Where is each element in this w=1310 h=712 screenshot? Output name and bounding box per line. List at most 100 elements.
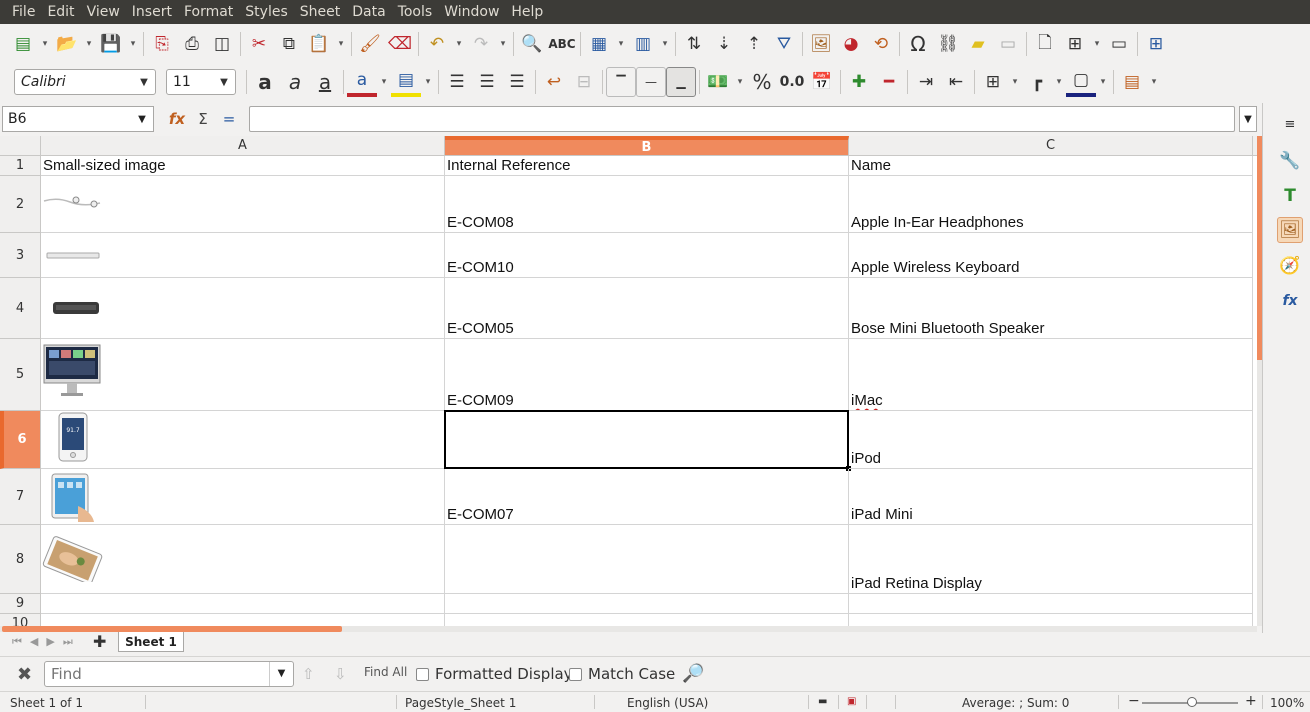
row-header-1[interactable]: 1	[0, 156, 41, 176]
horizontal-scrollbar[interactable]	[0, 626, 1257, 632]
find-next-icon[interactable]: ⇩	[334, 665, 347, 683]
delete-decimal-icon[interactable]: ━	[874, 67, 904, 97]
cell-c6[interactable]: iPod	[849, 411, 1253, 469]
number-format-icon[interactable]: 0.0	[777, 67, 807, 97]
freeze-rows-icon[interactable]: ⊞	[1060, 29, 1090, 59]
select-all-corner[interactable]	[0, 136, 41, 156]
cell-c8[interactable]: iPad Retina Display	[849, 525, 1253, 594]
date-format-icon[interactable]: 📅	[807, 67, 837, 97]
conditional-dropdown-icon[interactable]: ▾	[1147, 67, 1161, 97]
underline-icon[interactable]: a	[310, 67, 340, 97]
zoom-in-icon[interactable]: +	[1245, 693, 1257, 709]
open-dropdown-icon[interactable]: ▾	[82, 29, 96, 59]
decrease-indent-icon[interactable]: ⇤	[941, 67, 971, 97]
gallery-icon[interactable]: 🖼	[1277, 217, 1303, 243]
sort-icon[interactable]: ⇅	[679, 29, 709, 59]
row-header-5[interactable]: 5	[0, 339, 41, 411]
ipod-thumbnail[interactable]: 91.7	[58, 412, 88, 462]
formula-input[interactable]	[249, 106, 1235, 132]
find-replace-icon[interactable]: 🔎	[682, 663, 704, 684]
column-header-b[interactable]: B	[445, 136, 849, 156]
formatted-display-checkbox[interactable]: Formatted Display	[416, 665, 573, 683]
export-pdf-icon[interactable]: ⎘	[147, 29, 177, 59]
redo-icon[interactable]: ↷	[466, 29, 496, 59]
row-header-10[interactable]: 10	[0, 614, 41, 626]
speaker-thumbnail[interactable]	[52, 300, 100, 316]
chevron-down-icon[interactable]: ▼	[213, 77, 235, 88]
autofilter-icon[interactable]: ⛛	[769, 29, 799, 59]
new-dropdown-icon[interactable]: ▾	[38, 29, 52, 59]
menu-data[interactable]: Data	[346, 0, 391, 24]
column-header-a[interactable]: A	[41, 136, 445, 156]
row-header-9[interactable]: 9	[0, 594, 41, 614]
cell-c5[interactable]: iMac	[849, 339, 1253, 411]
cell-a9[interactable]	[41, 594, 445, 614]
align-middle-icon[interactable]: —	[636, 67, 666, 97]
undo-dropdown-icon[interactable]: ▾	[452, 29, 466, 59]
font-color-dropdown-icon[interactable]: ▾	[377, 67, 391, 97]
font-color-icon[interactable]: a	[347, 67, 377, 97]
add-sheet-icon[interactable]: ✚	[93, 632, 106, 651]
row-header-3[interactable]: 3	[0, 233, 41, 278]
sheet-tab-sheet1[interactable]: Sheet 1	[118, 632, 184, 652]
cell-a1[interactable]: Small-sized image	[41, 156, 445, 176]
expand-formula-icon[interactable]: ▼	[1239, 106, 1257, 132]
save-dropdown-icon[interactable]: ▾	[126, 29, 140, 59]
cell-b5[interactable]: E-COM09	[445, 339, 849, 411]
cell-b9[interactable]	[445, 594, 849, 614]
cell-a3[interactable]	[41, 233, 445, 278]
border-color-icon[interactable]: ▢	[1066, 67, 1096, 97]
add-decimal-icon[interactable]: ✚	[844, 67, 874, 97]
align-right-icon[interactable]: ☰	[502, 67, 532, 97]
special-character-icon[interactable]: Ω	[903, 29, 933, 59]
insert-chart-icon[interactable]: ◕	[836, 29, 866, 59]
align-top-icon[interactable]: ▔	[606, 67, 636, 97]
cell-a6[interactable]	[41, 411, 445, 469]
cell-b1[interactable]: Internal Reference	[445, 156, 849, 176]
menu-file[interactable]: File	[6, 0, 41, 24]
row-header-6[interactable]: 6	[0, 411, 41, 469]
cell-c4[interactable]: Bose Mini Bluetooth Speaker	[849, 278, 1253, 339]
zoom-out-icon[interactable]: −	[1128, 693, 1140, 709]
sort-ascending-icon[interactable]: ⇡	[739, 29, 769, 59]
cell-b6-active[interactable]	[444, 410, 849, 469]
conditional-format-icon[interactable]: ▤	[1117, 67, 1147, 97]
cell-c3[interactable]: Apple Wireless Keyboard	[849, 233, 1253, 278]
cell-a10[interactable]	[41, 614, 445, 626]
italic-icon[interactable]: a	[280, 67, 310, 97]
copy-icon[interactable]: ⧉	[274, 29, 304, 59]
font-size-combo[interactable]: 11 ▼	[166, 69, 236, 95]
cell-c7[interactable]: iPad Mini	[849, 469, 1253, 525]
save-icon[interactable]: 💾	[96, 29, 126, 59]
print-icon[interactable]: ⎙	[177, 29, 207, 59]
headphones-thumbnail[interactable]	[42, 191, 104, 213]
new-document-icon[interactable]: ▤	[8, 29, 38, 59]
previous-sheet-icon[interactable]: ◀	[30, 635, 38, 649]
border-style-dropdown-icon[interactable]: ▾	[1052, 67, 1066, 97]
zoom-slider-knob[interactable]	[1187, 697, 1197, 707]
hyperlink-icon[interactable]: ⛓	[933, 29, 963, 59]
print-preview-icon[interactable]: ◫	[207, 29, 237, 59]
functions-icon[interactable]: fx	[1277, 288, 1303, 314]
find-replace-icon[interactable]: 🔍	[517, 29, 547, 59]
menu-view[interactable]: View	[81, 0, 126, 24]
header-footer-icon[interactable]: ▭	[993, 29, 1023, 59]
increase-indent-icon[interactable]: ⇥	[911, 67, 941, 97]
column-icon[interactable]: ▥	[628, 29, 658, 59]
imac-thumbnail[interactable]	[43, 344, 101, 398]
page-style[interactable]: PageStyle_Sheet 1	[405, 696, 516, 710]
cell-b10[interactable]	[445, 614, 849, 626]
menu-window[interactable]: Window	[438, 0, 505, 24]
next-sheet-icon[interactable]: ▶	[46, 635, 54, 649]
row-header-7[interactable]: 7	[0, 469, 41, 525]
menu-tools[interactable]: Tools	[392, 0, 439, 24]
ipad-retina-thumbnail[interactable]	[41, 536, 104, 582]
align-left-icon[interactable]: ☰	[442, 67, 472, 97]
align-bottom-icon[interactable]: ▁	[666, 67, 696, 97]
currency-format-icon[interactable]: 💵	[703, 67, 733, 97]
cell-a5[interactable]	[41, 339, 445, 411]
ipad-mini-thumbnail[interactable]	[48, 472, 96, 524]
cell-b8[interactable]	[445, 525, 849, 594]
cell-c2[interactable]: Apple In-Ear Headphones	[849, 176, 1253, 233]
cell-c9[interactable]	[849, 594, 1253, 614]
